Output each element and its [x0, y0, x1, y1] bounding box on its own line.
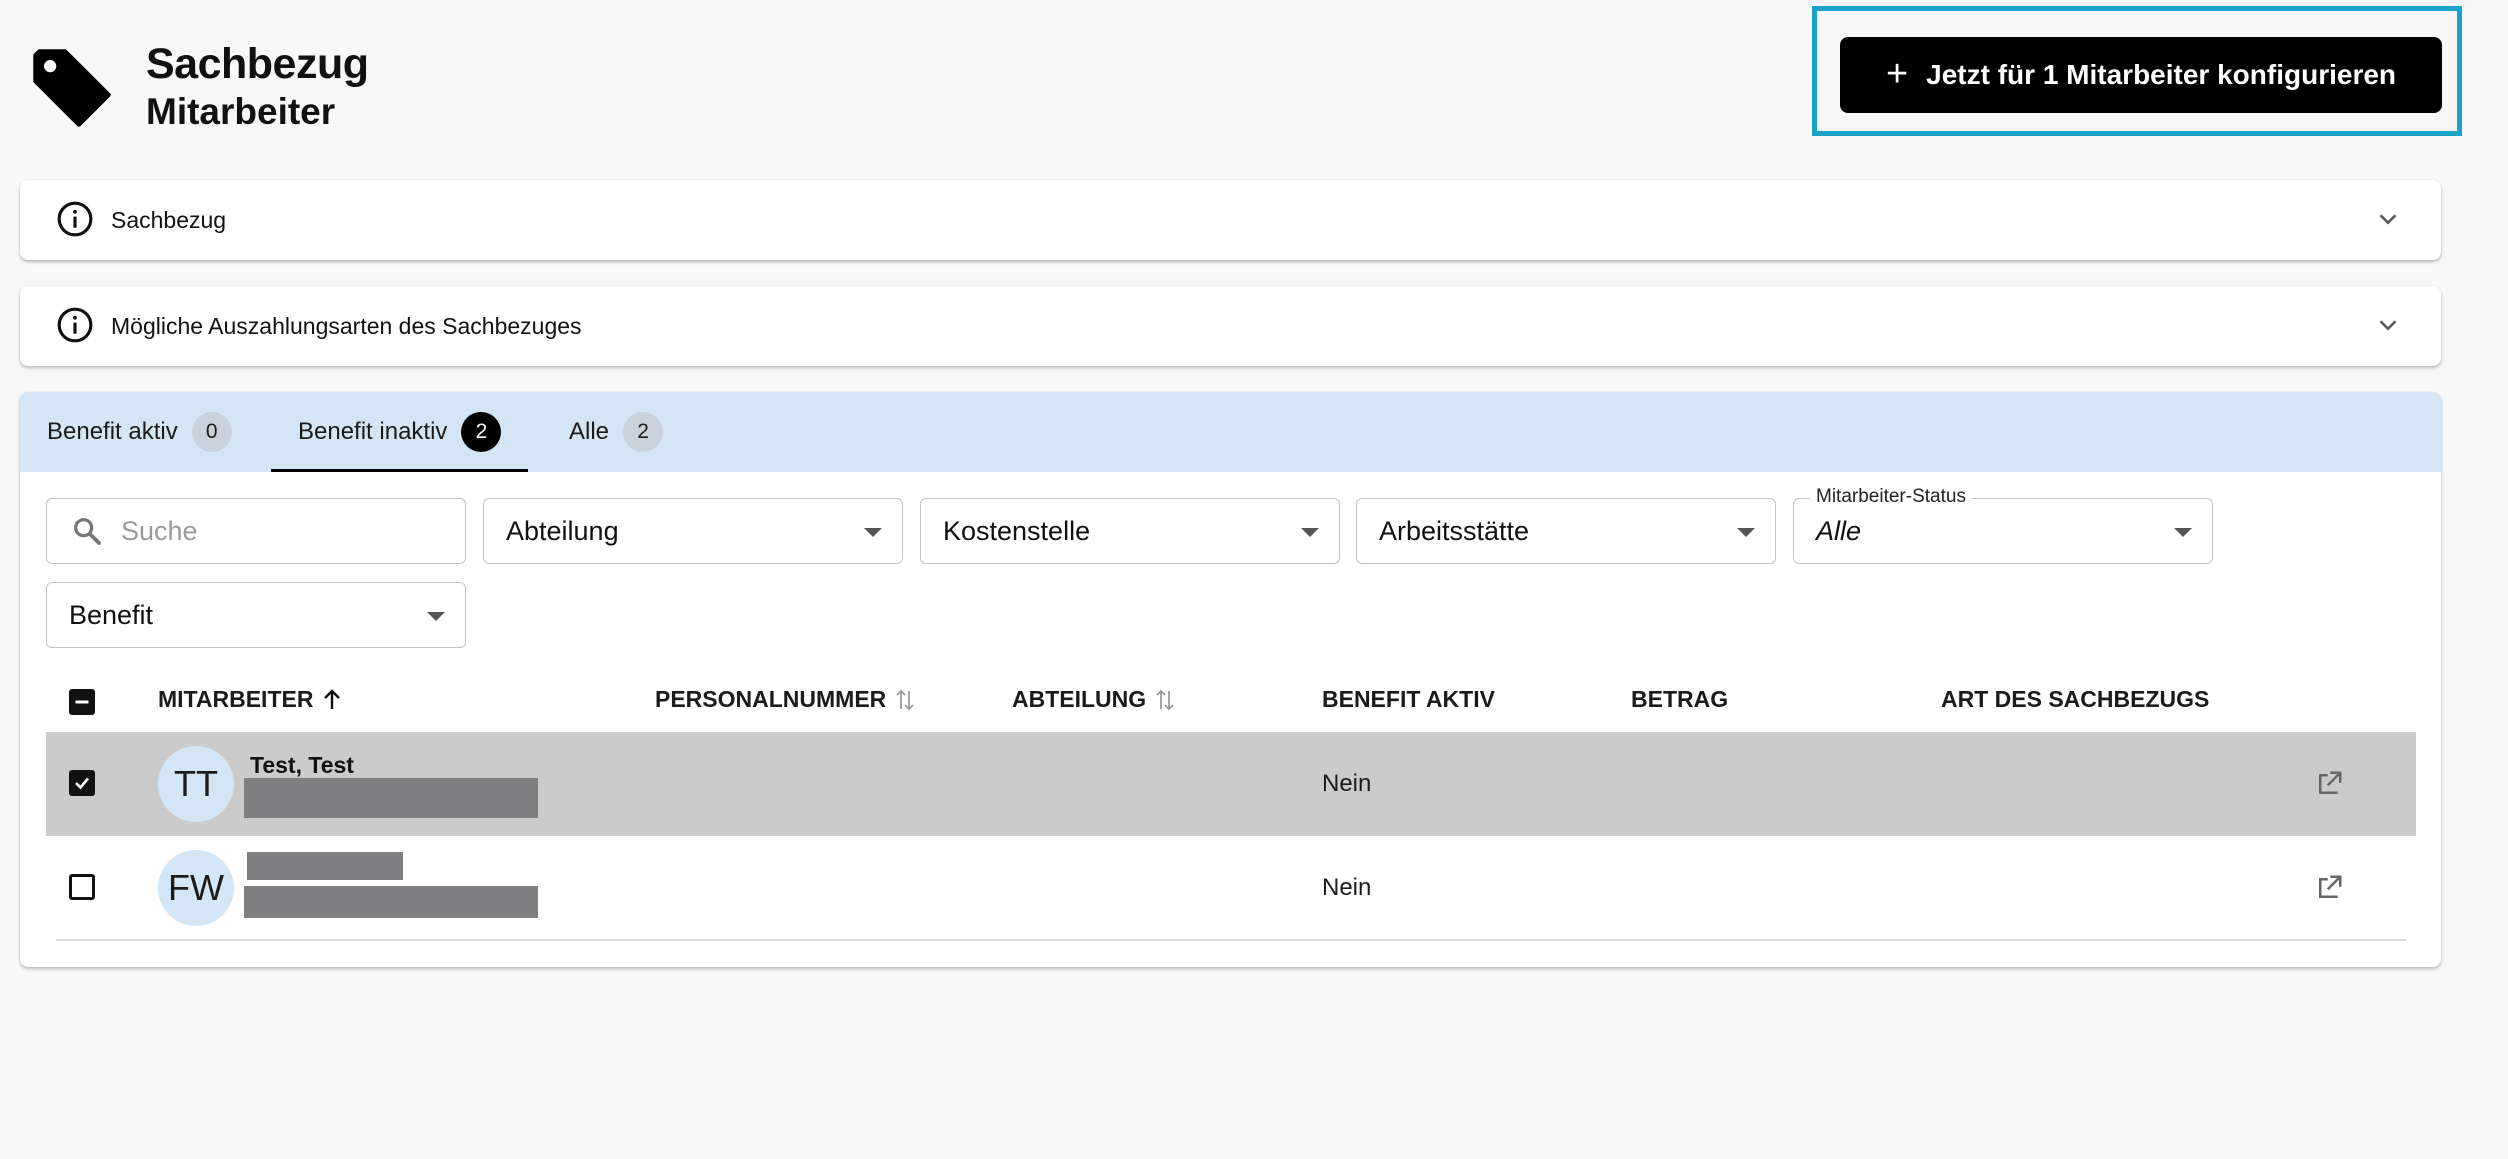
table-divider [56, 939, 2406, 941]
tab-benefit-aktiv[interactable]: Benefit aktiv 0 [47, 392, 232, 472]
mitarbeiter-status-select[interactable]: Mitarbeiter-Status Alle [1793, 486, 2213, 564]
select-value: Arbeitsstätte [1379, 515, 1530, 546]
select-value: Abteilung [506, 515, 619, 546]
benefit-aktiv-cell: Nein [1322, 770, 1372, 797]
select-value: Kostenstelle [943, 515, 1091, 546]
kostenstelle-select[interactable]: Kostenstelle [920, 498, 1340, 564]
count-badge: 2 [461, 412, 502, 452]
employee-table-card: Benefit aktiv 0 Benefit inaktiv 2 Alle 2… [20, 392, 2441, 967]
dropdown-arrow-icon [864, 528, 882, 537]
tab-label: Benefit inaktiv [298, 418, 448, 445]
accordion-sachbezug[interactable]: Sachbezug [20, 180, 2441, 260]
tab-label: Alle [569, 418, 610, 445]
count-badge: 2 [623, 412, 664, 452]
column-header-mitarbeiter[interactable]: MITARBEITER [158, 686, 343, 713]
accordion-auszahlungsarten[interactable]: Mögliche Auszahlungsarten des Sachbezuge… [20, 286, 2441, 366]
redacted-email [244, 886, 538, 918]
avatar: FW [158, 850, 234, 926]
tab-benefit-inaktiv[interactable]: Benefit inaktiv 2 [270, 392, 529, 472]
employee-name: Test, Test [250, 752, 354, 778]
dropdown-arrow-icon [1737, 528, 1755, 537]
column-header-label: ART DES SACHBEZUGS [1941, 686, 2210, 712]
accordion-label: Sachbezug [111, 206, 227, 233]
page-title: Sachbezug [146, 40, 369, 88]
info-icon [57, 307, 93, 343]
select-all-checkbox[interactable] [69, 689, 95, 715]
abteilung-select[interactable]: Abteilung [483, 498, 903, 564]
tab-bar: Benefit aktiv 0 Benefit inaktiv 2 Alle 2 [20, 392, 2441, 472]
arbeitsstaette-select[interactable]: Arbeitsstätte [1356, 498, 1776, 564]
page-subtitle: Mitarbeiter [146, 91, 336, 132]
configure-employees-button[interactable]: + Jetzt für 1 Mitarbeiter konfigurieren [1840, 37, 2442, 113]
select-value: Benefit [69, 599, 154, 630]
indeterminate-icon [75, 700, 89, 704]
chevron-down-icon[interactable] [2373, 310, 2403, 340]
open-in-new-icon[interactable] [2314, 769, 2344, 799]
dropdown-arrow-icon [2174, 528, 2192, 537]
benefit-aktiv-cell: Nein [1322, 874, 1372, 901]
info-icon [57, 201, 93, 237]
sort-icon [896, 689, 914, 710]
column-header-abteilung[interactable]: ABTEILUNG [1012, 686, 1176, 713]
table-row[interactable]: FW Nein [46, 836, 2416, 940]
select-floating-label: Mitarbeiter-Status [1810, 486, 1972, 508]
avatar: TT [158, 746, 234, 822]
count-badge: 0 [191, 412, 232, 452]
column-header-label: ABTEILUNG [1012, 686, 1147, 712]
column-header-betrag: BETRAG [1631, 686, 1728, 713]
sort-icon [1156, 689, 1174, 710]
table-row[interactable]: TT Test, Test Nein [46, 732, 2416, 836]
page-header: Sachbezug Mitarbeiter + Jetzt für 1 Mita… [0, 0, 2508, 150]
tab-alle[interactable]: Alle 2 [569, 392, 664, 472]
sort-ascending-icon [324, 688, 341, 709]
chevron-down-icon[interactable] [2373, 204, 2403, 234]
column-header-label: MITARBEITER [158, 686, 314, 712]
redacted-name [247, 852, 403, 880]
redacted-email [244, 778, 538, 818]
row-checkbox[interactable] [69, 874, 95, 900]
column-header-personalnummer[interactable]: PERSONALNUMMER [655, 686, 916, 713]
column-header-benefit-aktiv: BENEFIT AKTIV [1322, 686, 1495, 713]
dropdown-arrow-icon [1301, 528, 1319, 537]
tab-label: Benefit aktiv [47, 418, 178, 445]
search-icon [74, 518, 101, 545]
accordion-label: Mögliche Auszahlungsarten des Sachbezuge… [111, 312, 582, 339]
configure-button-label: Jetzt für 1 Mitarbeiter konfigurieren [1926, 59, 2397, 90]
dropdown-arrow-icon [427, 612, 445, 621]
open-in-new-icon[interactable] [2314, 873, 2344, 903]
column-header-label: BENEFIT AKTIV [1322, 686, 1495, 712]
search-field[interactable] [46, 498, 466, 564]
search-input[interactable] [121, 511, 441, 551]
select-value: Alle [1816, 515, 1862, 546]
checkmark-icon [75, 777, 89, 790]
plus-icon: + [1885, 52, 1909, 95]
benefit-select[interactable]: Benefit [46, 582, 466, 648]
column-header-label: BETRAG [1631, 686, 1729, 712]
row-checkbox[interactable] [69, 770, 95, 796]
tag-icon [33, 49, 111, 127]
column-header-label: PERSONALNUMMER [655, 686, 887, 712]
column-header-art-des-sachbezugs: ART DES SACHBEZUGS [1941, 686, 2209, 713]
